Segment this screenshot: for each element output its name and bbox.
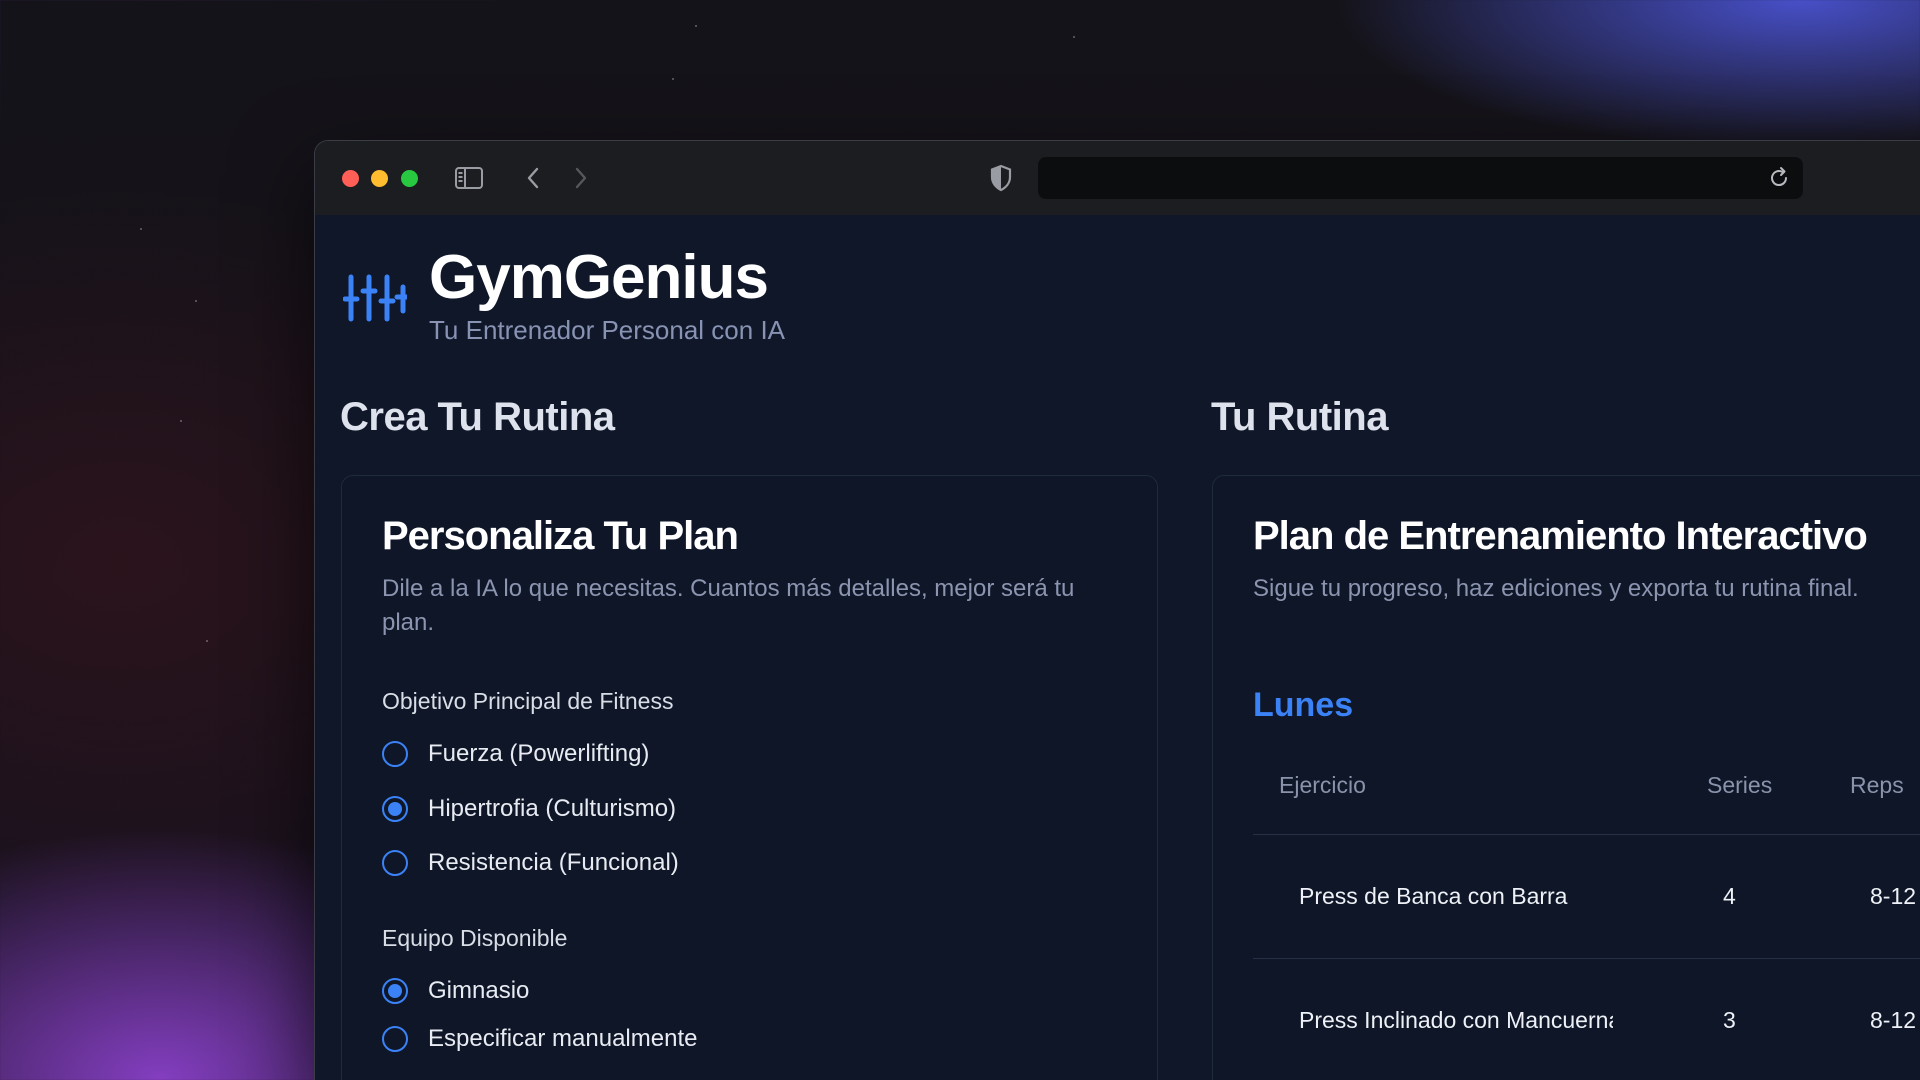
customize-plan-card: Personaliza Tu Plan Dile a la IA lo que … <box>341 475 1158 1080</box>
exercise-series: 3 <box>1723 1007 1736 1033</box>
reload-icon[interactable] <box>1767 166 1791 190</box>
equipment-radio-manual[interactable] <box>382 1026 408 1052</box>
customize-plan-title: Personaliza Tu Plan <box>382 514 739 558</box>
customize-plan-description: Dile a la IA lo que necesitas. Cuantos m… <box>382 575 1075 636</box>
equipment-option-label: Gimnasio <box>428 977 530 1004</box>
background-star <box>180 420 182 422</box>
series-column-header: Series <box>1707 772 1773 798</box>
goal-radio-strength[interactable] <box>382 741 408 767</box>
goal-option-endurance[interactable]: Resistencia (Funcional) <box>382 849 679 877</box>
exercise-name: Press Inclinado con Mancuernas <box>1299 1007 1613 1033</box>
background-star <box>1073 36 1075 38</box>
exercise-series: 4 <box>1723 883 1736 909</box>
back-arrow-icon[interactable] <box>521 165 545 191</box>
background-star <box>672 78 674 80</box>
equipment-option-gym[interactable]: Gimnasio <box>382 977 529 1005</box>
goal-radio-endurance[interactable] <box>382 850 408 876</box>
training-plan-card: Plan de Entrenamiento Interactivo Sigue … <box>1212 475 1920 1080</box>
browser-window: GymGenius Tu Entrenador Personal con IA … <box>314 140 1920 1080</box>
exercise-column-header: Ejercicio <box>1279 772 1366 798</box>
create-routine-heading: Crea Tu Rutina <box>340 395 615 439</box>
goal-option-label: Resistencia (Funcional) <box>428 849 679 876</box>
minimize-window-button[interactable] <box>371 170 388 187</box>
background-star <box>206 640 208 642</box>
equipment-label: Equipo Disponible <box>382 925 568 951</box>
goal-option-hypertrophy[interactable]: Hipertrofia (Culturismo) <box>382 795 676 823</box>
exercise-name: Press de Banca con Barra <box>1299 883 1568 909</box>
app-title: GymGenius <box>429 243 769 312</box>
app-header: GymGenius Tu Entrenador Personal con IA <box>342 243 786 347</box>
your-routine-heading: Tu Rutina <box>1211 395 1388 439</box>
fitness-goal-label: Objetivo Principal de Fitness <box>382 688 674 714</box>
table-row[interactable]: Press Inclinado con Mancuernas 3 8-12 <box>1253 959 1920 1080</box>
training-plan-description: Sigue tu progreso, haz ediciones y expor… <box>1253 575 1859 602</box>
equipment-option-manual[interactable]: Especificar manualmente <box>382 1025 697 1053</box>
equipment-radio-gym[interactable] <box>382 978 408 1004</box>
address-bar[interactable] <box>1038 157 1803 199</box>
background-star <box>695 25 697 27</box>
app-subtitle: Tu Entrenador Personal con IA <box>429 315 786 345</box>
shield-icon[interactable] <box>988 163 1014 193</box>
close-window-button[interactable] <box>342 170 359 187</box>
background-star <box>140 228 142 230</box>
equipment-option-label: Especificar manualmente <box>428 1025 698 1052</box>
equalizer-logo-icon <box>342 273 410 333</box>
day-heading: Lunes <box>1253 686 1354 724</box>
maximize-window-button[interactable] <box>401 170 418 187</box>
goal-radio-hypertrophy[interactable] <box>382 796 408 822</box>
table-row[interactable]: Press de Banca con Barra 4 8-12 <box>1253 835 1920 959</box>
goal-option-label: Fuerza (Powerlifting) <box>428 740 650 767</box>
exercise-table: Ejercicio Series Reps Press de Banca con… <box>1253 744 1920 1080</box>
goal-option-strength[interactable]: Fuerza (Powerlifting) <box>382 740 649 768</box>
browser-titlebar <box>315 141 1920 215</box>
exercise-reps: 8-12 <box>1870 883 1917 909</box>
app-page: GymGenius Tu Entrenador Personal con IA … <box>315 215 1920 1080</box>
sidebar-toggle-icon[interactable] <box>454 165 484 191</box>
exercise-reps: 8-12 <box>1870 1007 1917 1033</box>
reps-column-header: Reps <box>1850 772 1904 798</box>
goal-option-label: Hipertrofia (Culturismo) <box>428 795 677 822</box>
forward-arrow-icon[interactable] <box>569 165 593 191</box>
background-star <box>195 300 197 302</box>
training-plan-title: Plan de Entrenamiento Interactivo <box>1253 514 1868 558</box>
table-header: Ejercicio Series Reps <box>1253 744 1920 835</box>
